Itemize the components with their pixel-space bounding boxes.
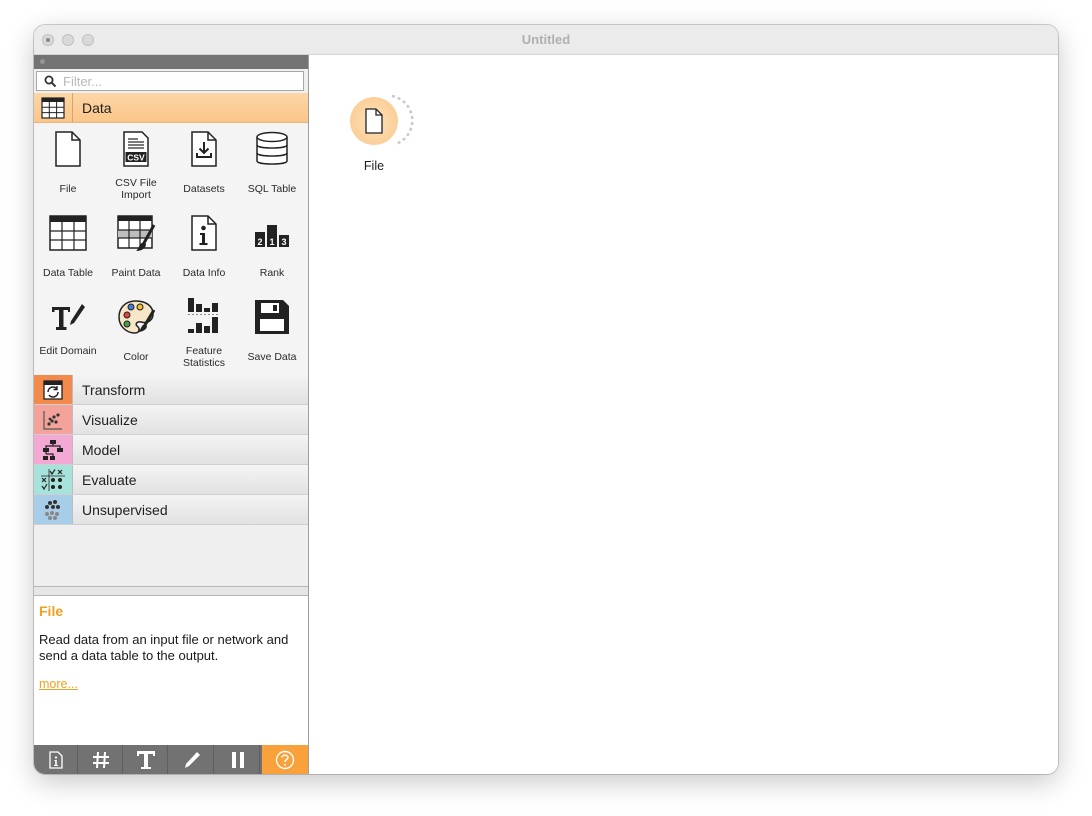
widget-label: Edit Domain	[39, 345, 97, 357]
category-label: Data	[82, 100, 112, 116]
datasets-icon	[191, 131, 217, 167]
info-button[interactable]	[34, 745, 78, 774]
model-icon	[34, 435, 73, 464]
transform-icon	[34, 375, 73, 404]
rank-digit-2: 1	[269, 237, 274, 247]
category-label: Evaluate	[82, 472, 137, 488]
help-panel: File Read data from an input file or net…	[34, 596, 308, 745]
pencil-icon	[184, 751, 200, 768]
data-category-icon	[34, 93, 73, 122]
widget-data-table[interactable]: Data Table	[34, 207, 102, 291]
evaluate-icon	[34, 465, 73, 494]
csv-icon-text: CSV	[127, 153, 145, 163]
help-icon	[275, 750, 295, 769]
output-anchor[interactable]	[350, 94, 414, 157]
bottom-toolbar	[34, 745, 308, 774]
widget-paint-data[interactable]: Paint Data	[102, 207, 170, 291]
app-window: Untitled Data	[34, 25, 1058, 774]
workflow-canvas[interactable]: File	[309, 55, 1058, 774]
help-button[interactable]	[262, 745, 308, 774]
csv-file-icon: CSV	[123, 131, 149, 167]
widget-datasets[interactable]: Datasets	[170, 123, 238, 207]
category-label: Visualize	[82, 412, 138, 428]
widget-toolbox: Data File CSV	[34, 55, 309, 774]
grid-button[interactable]	[79, 745, 123, 774]
file-icon	[55, 131, 81, 167]
rank-icon: 2 1 3	[255, 225, 289, 247]
widget-label: Paint Data	[111, 267, 161, 279]
widget-sql-table[interactable]: SQL Table	[238, 123, 306, 207]
database-icon	[256, 131, 288, 165]
pencil-button[interactable]	[170, 745, 214, 774]
category-model[interactable]: Model	[34, 435, 308, 465]
widget-label: Data Table	[42, 267, 93, 279]
help-more-link[interactable]: more...	[39, 677, 78, 691]
info-icon	[48, 750, 63, 769]
data-widget-grid: File CSV CSV File Import Datasets SQL Ta…	[34, 123, 308, 376]
widget-label: Rank	[259, 267, 285, 279]
category-label: Model	[82, 442, 121, 458]
widget-feature-statistics[interactable]: Feature Statistics	[170, 291, 238, 375]
widget-data-info[interactable]: Data Info	[170, 207, 238, 291]
help-description: Read data from an input file or network …	[39, 632, 289, 663]
category-label: Transform	[82, 382, 146, 398]
category-label: Unsupervised	[82, 502, 168, 518]
grid-icon	[92, 751, 109, 768]
widget-rank[interactable]: 2 1 3 Rank	[238, 207, 306, 291]
widget-label: Save Data	[247, 351, 297, 363]
widget-label: Datasets	[183, 183, 225, 195]
text-icon	[136, 750, 155, 769]
widget-file[interactable]: File	[34, 123, 102, 207]
category-evaluate[interactable]: Evaluate	[34, 465, 308, 495]
edit-text-icon	[52, 304, 85, 330]
category-transform[interactable]: Transform	[34, 375, 308, 405]
widget-save-data[interactable]: Save Data	[238, 291, 306, 375]
category-data[interactable]: Data	[34, 93, 308, 123]
category-unsupervised[interactable]: Unsupervised	[34, 495, 308, 525]
help-title: File	[39, 603, 64, 619]
window-title: Untitled	[521, 32, 571, 47]
panel-splitter[interactable]	[34, 586, 308, 596]
info-file-icon	[191, 215, 217, 251]
widget-label: File	[59, 183, 77, 195]
palette-icon	[118, 300, 156, 334]
filter-input[interactable]	[63, 73, 293, 89]
text-button[interactable]	[124, 745, 168, 774]
title-bar: Untitled	[34, 25, 1058, 55]
filter-field[interactable]	[36, 71, 304, 91]
pause-icon	[231, 751, 244, 768]
widget-csv-file-import[interactable]: CSV CSV File Import	[102, 123, 170, 207]
rank-digit-1: 2	[257, 237, 262, 247]
visualize-icon	[34, 405, 73, 434]
widget-edit-domain[interactable]: Edit Domain	[34, 291, 102, 375]
category-visualize[interactable]: Visualize	[34, 405, 308, 435]
search-icon	[44, 75, 57, 88]
rank-digit-3: 3	[281, 237, 286, 247]
pause-button[interactable]	[216, 745, 260, 774]
dock-title-bar[interactable]	[34, 55, 308, 69]
feature-statistics-icon	[188, 298, 218, 333]
floppy-disk-icon	[255, 300, 289, 334]
widget-label: Feature Statistics	[182, 345, 225, 369]
table-icon	[49, 215, 87, 251]
widget-label: SQL Table	[247, 183, 297, 195]
widget-label: Color	[123, 351, 149, 363]
widget-color[interactable]: Color	[102, 291, 170, 375]
widget-label: Data Info	[182, 267, 226, 279]
unsupervised-icon	[34, 495, 73, 524]
widget-label: CSV File Import	[115, 177, 157, 201]
node-label: File	[363, 159, 385, 173]
paint-table-icon	[117, 215, 156, 251]
